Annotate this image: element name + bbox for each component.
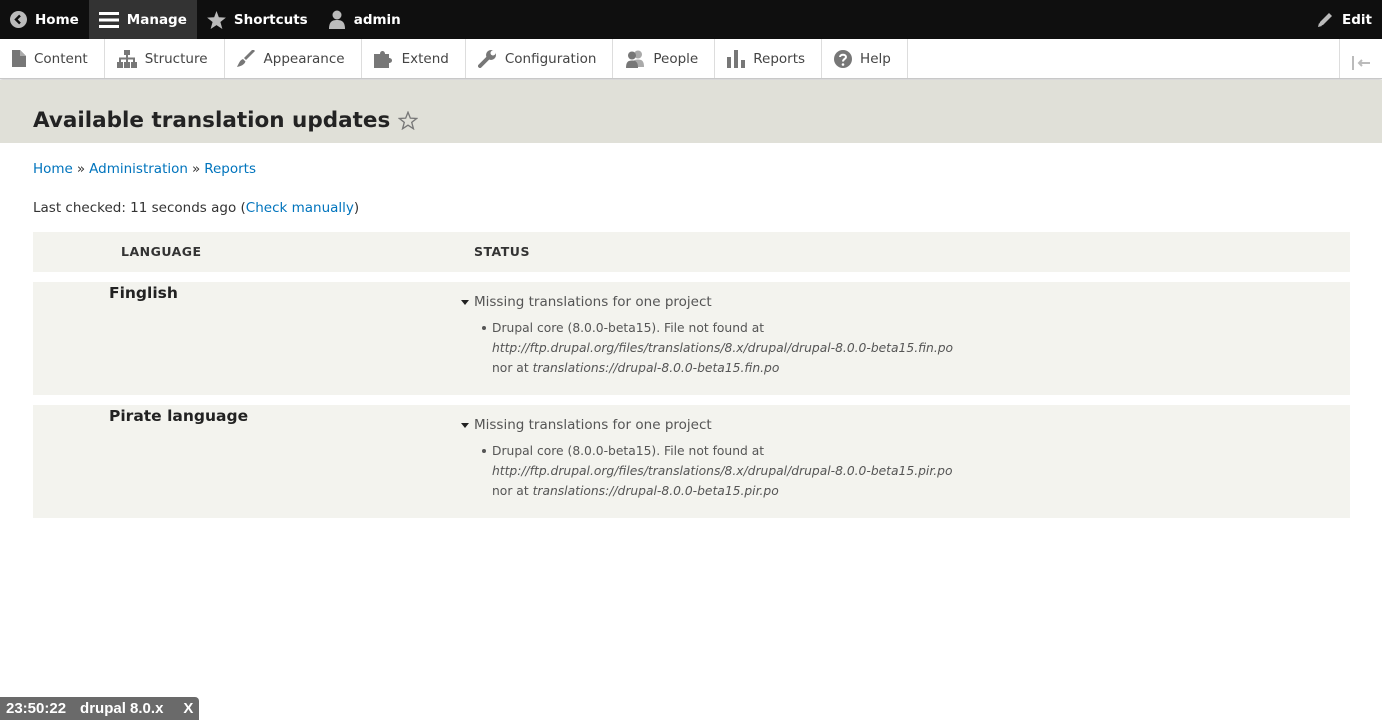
breadcrumb-separator: » (191, 161, 201, 177)
file-icon (12, 50, 26, 67)
detail-prefix: Drupal core (8.0.0-beta15). File not fou… (492, 321, 765, 335)
tray-item-label: Reports (753, 50, 806, 67)
detail-mid: nor at (492, 361, 533, 375)
check-manually-link[interactable]: Check manually (246, 200, 354, 216)
detail-local-path: translations://drupal-8.0.0-beta15.pir.p… (532, 484, 779, 498)
expand-triangle-icon (461, 299, 469, 305)
toolbar-home-label: Home (35, 11, 79, 28)
column-header-language: LANGUAGE (121, 244, 202, 259)
status-cell: Missing translations for one project Dru… (461, 294, 962, 378)
puzzle-icon (373, 50, 394, 68)
tray-item-help[interactable]: Help (822, 39, 908, 78)
summary-text: Missing translations for one project (474, 294, 712, 310)
breadcrumb-separator: » (76, 161, 86, 177)
detail-mid: nor at (492, 484, 533, 498)
tray-item-label: Help (860, 50, 891, 67)
tray-item-content[interactable]: Content (0, 39, 105, 78)
star-icon (206, 10, 226, 29)
tray-item-label: Extend (401, 50, 449, 67)
pencil-icon (1317, 11, 1334, 28)
tray-orientation-toggle[interactable] (1339, 39, 1382, 78)
admin-tray: Content Structure Appearance Extend Conf… (0, 39, 1382, 79)
tray-item-label: Structure (144, 50, 208, 67)
tray-item-appearance[interactable]: Appearance (225, 39, 362, 78)
detail-local-path: translations://drupal-8.0.0-beta15.fin.p… (532, 361, 780, 375)
people-icon (625, 50, 645, 68)
expand-triangle-icon (461, 422, 469, 428)
toolbar-shortcuts-label: Shortcuts (233, 11, 308, 28)
status-badge: 23:50:22 drupal 8.0.x X (0, 697, 200, 720)
detail-remote-url: http://ftp.drupal.org/files/translations… (492, 341, 954, 355)
tray-item-extend[interactable]: Extend (362, 39, 466, 78)
tray-item-label: Content (34, 50, 88, 67)
chevron-left-circle-icon (10, 11, 27, 28)
toolbar-user-label: admin (353, 11, 401, 28)
toolbar-manage-label: Manage (126, 11, 187, 28)
table-header: LANGUAGE STATUS (33, 232, 1350, 272)
hamburger-icon (98, 11, 119, 29)
tray-item-reports[interactable]: Reports (715, 39, 823, 78)
last-checked-prefix: Last checked: 11 seconds ago ( (33, 200, 246, 216)
toolbar-shortcuts[interactable]: Shortcuts (197, 0, 318, 39)
missing-translations-summary[interactable]: Missing translations for one project (461, 417, 962, 433)
breadcrumb-administration[interactable]: Administration (89, 161, 188, 177)
paintbrush-icon (236, 49, 256, 68)
toolbar-edit-label: Edit (1342, 11, 1372, 28)
tray-item-people[interactable]: People (613, 39, 716, 78)
toolbar-home[interactable]: Home (0, 0, 89, 39)
page-title: Available translation updates (33, 108, 419, 133)
breadcrumb-home[interactable]: Home (33, 161, 73, 177)
summary-text: Missing translations for one project (474, 417, 712, 433)
language-name: Finglish (109, 284, 178, 302)
toolbar-manage[interactable]: Manage (88, 0, 197, 39)
badge-time: 23:50:22 (6, 700, 67, 717)
badge-close-button[interactable]: X (183, 700, 193, 717)
missing-translations-summary[interactable]: Missing translations for one project (461, 294, 962, 310)
user-icon (328, 10, 346, 29)
shortcut-star-icon[interactable] (398, 111, 419, 130)
breadcrumb: Home» Administration» Reports (33, 161, 256, 177)
last-checked-text: Last checked: 11 seconds ago (Check manu… (33, 200, 359, 216)
breadcrumb-reports[interactable]: Reports (204, 161, 256, 177)
table-row: Finglish Missing translations for one pr… (33, 282, 1350, 395)
toolbar-user[interactable]: admin (318, 0, 411, 39)
detail-prefix: Drupal core (8.0.0-beta15). File not fou… (492, 444, 765, 458)
language-name: Pirate language (109, 407, 249, 425)
column-header-status: STATUS (474, 244, 530, 259)
missing-translation-detail: Drupal core (8.0.0-beta15). File not fou… (482, 318, 962, 378)
missing-translation-detail: Drupal core (8.0.0-beta15). File not fou… (482, 441, 962, 501)
tray-item-label: People (653, 50, 699, 67)
tray-item-structure[interactable]: Structure (105, 39, 225, 78)
toolbar-edit[interactable]: Edit (1307, 0, 1382, 39)
sitemap-icon (116, 49, 137, 68)
table-row: Pirate language Missing translations for… (33, 405, 1350, 518)
page-title-text: Available translation updates (33, 108, 391, 133)
tray-item-label: Configuration (504, 50, 597, 67)
wrench-icon (477, 49, 497, 68)
last-checked-suffix: ) (353, 200, 360, 216)
status-cell: Missing translations for one project Dru… (461, 417, 962, 501)
tray-item-configuration[interactable]: Configuration (466, 39, 614, 78)
admin-toolbar: Home Manage Shortcuts admin Edit (0, 0, 1382, 39)
detail-remote-url: http://ftp.drupal.org/files/translations… (492, 464, 953, 478)
badge-label: drupal 8.0.x (80, 700, 164, 717)
tray-item-label: Appearance (263, 50, 345, 67)
help-icon (834, 49, 853, 68)
collapse-left-icon (1350, 55, 1372, 74)
bar-chart-icon (727, 49, 746, 68)
